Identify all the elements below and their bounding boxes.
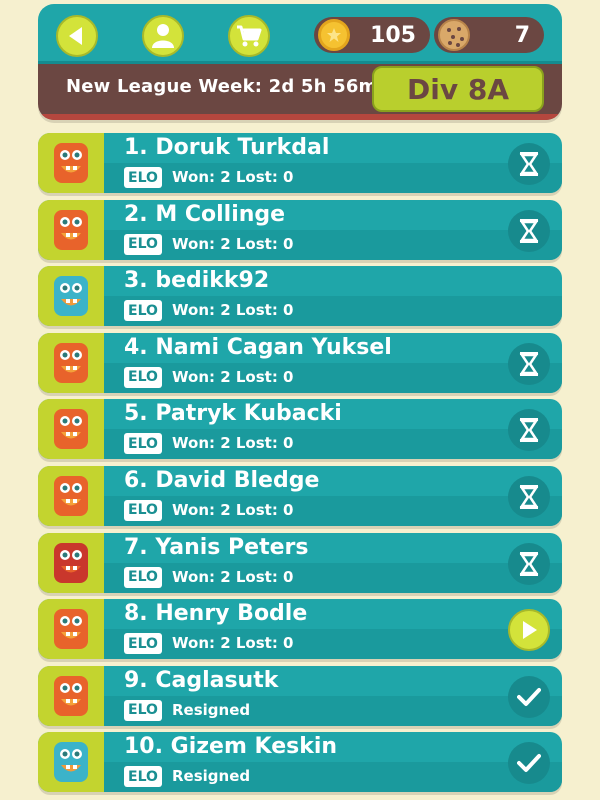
hourglass-icon (519, 218, 539, 243)
player-record: Won: 2 Lost: 0 (172, 234, 294, 253)
pending-turn-button[interactable] (508, 342, 550, 385)
hourglass-icon (519, 551, 539, 576)
player-row[interactable]: 7. Yanis Peters ELO Won: 2 Lost: 0 (38, 532, 562, 593)
checkmark-icon (517, 754, 541, 773)
cookies-value: 7 (514, 22, 530, 48)
coin-star-icon (318, 19, 350, 51)
player-name: 9. Caglasutk (124, 667, 279, 693)
checkmark-icon (517, 687, 541, 706)
elo-badge: ELO (124, 566, 162, 588)
player-record: Won: 2 Lost: 0 (172, 301, 294, 320)
player-row[interactable]: 10. Gizem Keskin ELO Resigned (38, 732, 562, 793)
hourglass-icon (519, 418, 539, 443)
player-name: 3. bedikk92 (124, 268, 270, 294)
elo-badge: ELO (124, 433, 162, 455)
player-row[interactable]: 3. bedikk92 ELO Won: 2 Lost: 0 (38, 266, 562, 327)
player-record: Won: 2 Lost: 0 (172, 500, 294, 519)
league-bar: New League Week: 2d 5h 56m Div 8A (38, 64, 562, 120)
player-name: 2. M Collinge (124, 201, 286, 227)
player-row[interactable]: 5. Patryk Kubacki ELO Won: 2 Lost: 0 (38, 399, 562, 460)
monster-avatar-icon (54, 675, 88, 716)
elo-badge: ELO (124, 766, 162, 788)
elo-badge: ELO (124, 233, 162, 255)
monster-avatar-icon (54, 609, 88, 650)
player-name: 5. Patryk Kubacki (124, 401, 342, 427)
elo-badge: ELO (124, 699, 162, 721)
monster-avatar-icon (54, 742, 88, 783)
cookie-icon (438, 19, 470, 51)
player-row[interactable]: 8. Henry Bodle ELO Won: 2 Lost: 0 (38, 599, 562, 660)
player-row[interactable]: 6. David Bledge ELO Won: 2 Lost: 0 (38, 465, 562, 526)
league-week-countdown: New League Week: 2d 5h 56m (66, 76, 378, 97)
player-name: 7. Yanis Peters (124, 534, 309, 560)
league-player-list: 1. Doruk Turkdal ELO Won: 2 Lost: 0 2. M… (38, 133, 562, 799)
play-icon (523, 621, 537, 640)
player-record: Resigned (172, 767, 251, 786)
elo-badge: ELO (124, 300, 162, 322)
player-record: Won: 2 Lost: 0 (172, 367, 294, 386)
elo-badge: ELO (124, 167, 162, 188)
monster-avatar-icon (54, 475, 88, 516)
hourglass-icon (519, 484, 539, 509)
division-button[interactable]: Div 8A (372, 66, 544, 112)
back-button[interactable] (56, 15, 98, 57)
monster-avatar-icon (54, 143, 88, 183)
top-bar: 105 7 New League Week: 2d 5h 56m Div 8A (38, 4, 562, 120)
player-name: 4. Nami Cagan Yuksel (124, 334, 392, 360)
player-record: Won: 2 Lost: 0 (172, 168, 294, 186)
coins-value: 105 (370, 22, 416, 48)
hourglass-icon (519, 152, 539, 176)
pending-turn-button[interactable] (508, 475, 550, 518)
monster-avatar-icon (54, 409, 88, 450)
cookies-counter[interactable]: 7 (434, 17, 544, 53)
monster-avatar-icon (54, 542, 88, 583)
top-bar-controls: 105 7 (38, 4, 562, 64)
pending-turn-button[interactable] (508, 143, 550, 185)
player-row[interactable]: 9. Caglasutk ELO Resigned (38, 665, 562, 726)
shopping-cart-icon (237, 25, 262, 47)
player-name: 10. Gizem Keskin (124, 734, 338, 760)
player-record: Won: 2 Lost: 0 (172, 634, 294, 653)
elo-badge: ELO (124, 366, 162, 388)
completed-button[interactable] (508, 675, 550, 718)
elo-badge: ELO (124, 633, 162, 655)
shop-button[interactable] (228, 15, 270, 57)
elo-badge: ELO (124, 499, 162, 521)
player-name: 6. David Bledge (124, 467, 320, 493)
person-icon (152, 24, 174, 48)
monster-avatar-icon (54, 276, 88, 317)
player-record: Won: 2 Lost: 0 (172, 434, 294, 453)
player-name: 1. Doruk Turkdal (124, 135, 330, 160)
back-arrow-icon (69, 27, 82, 45)
monster-avatar-icon (54, 342, 88, 383)
play-turn-button[interactable] (508, 609, 550, 652)
monster-avatar-icon (54, 209, 88, 250)
pending-turn-button[interactable] (508, 209, 550, 252)
player-row[interactable]: 1. Doruk Turkdal ELO Won: 2 Lost: 0 (38, 133, 562, 193)
profile-button[interactable] (142, 15, 184, 57)
player-row[interactable]: 2. M Collinge ELO Won: 2 Lost: 0 (38, 199, 562, 260)
player-row[interactable]: 4. Nami Cagan Yuksel ELO Won: 2 Lost: 0 (38, 332, 562, 393)
pending-turn-button[interactable] (508, 542, 550, 585)
player-record: Resigned (172, 700, 251, 719)
coins-counter[interactable]: 105 (314, 17, 430, 53)
player-record: Won: 2 Lost: 0 (172, 567, 294, 586)
hourglass-icon (519, 351, 539, 376)
player-name: 8. Henry Bodle (124, 601, 308, 627)
